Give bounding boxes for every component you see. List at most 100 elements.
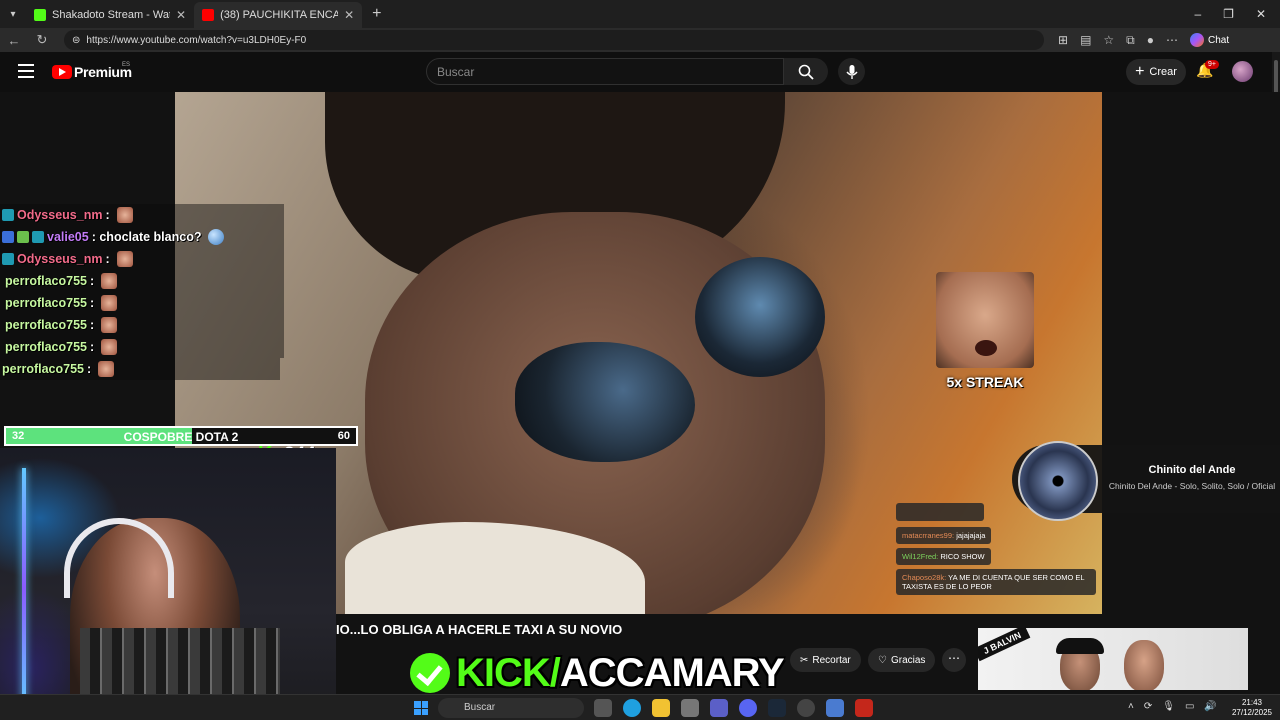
- volume-icon[interactable]: 🔊: [1204, 701, 1216, 712]
- url-text: https://www.youtube.com/watch?v=u3LDH0Ey…: [86, 34, 307, 46]
- recommended-video-thumbnail[interactable]: J BALVIN: [978, 628, 1248, 690]
- close-tab-icon[interactable]: ✕: [344, 8, 354, 22]
- search-icon: [798, 64, 814, 80]
- tab-title: Shakadoto Stream - Watch Live on: [52, 9, 170, 21]
- inner-chat-user: matacrranes99:: [902, 531, 955, 540]
- steam-icon[interactable]: [768, 699, 786, 717]
- edge-icon[interactable]: [623, 699, 641, 717]
- clip-button[interactable]: ✂ Recortar: [790, 648, 861, 672]
- chat-badge-icon: [17, 231, 29, 243]
- chevron-up-icon[interactable]: ˄: [1128, 701, 1134, 712]
- menu-dots-icon[interactable]: ⋯: [1166, 33, 1178, 47]
- windows-start-icon[interactable]: [414, 701, 428, 715]
- new-tab-icon[interactable]: +: [362, 5, 391, 23]
- chat-text: :: [89, 340, 95, 354]
- close-tab-icon[interactable]: ✕: [176, 8, 186, 22]
- chat-message: perroflaco755 :: [0, 270, 284, 292]
- file-explorer-icon[interactable]: [652, 699, 670, 717]
- dota-icon[interactable]: [855, 699, 873, 717]
- hamburger-menu-icon[interactable]: [18, 64, 34, 78]
- obs-icon[interactable]: [797, 699, 815, 717]
- settings-icon[interactable]: [826, 699, 844, 717]
- browser-tab-active[interactable]: (38) PAUCHIKITA ENCARA TAXISTA ✕: [194, 2, 363, 28]
- emote-icon: [101, 339, 118, 355]
- emote-icon: [101, 273, 118, 289]
- chat-username: perroflaco755: [5, 274, 87, 288]
- led-light: [22, 468, 26, 708]
- tab-actions-icon[interactable]: ▾: [0, 0, 26, 28]
- window-controls: – ❐ ✕: [1194, 7, 1280, 21]
- more-actions-icon[interactable]: ⋯: [942, 648, 966, 672]
- site-info-icon[interactable]: ⊜: [72, 35, 80, 46]
- inner-chat-user: Wil12Fred:: [902, 552, 939, 561]
- chat-text: :: [89, 296, 95, 310]
- chat-message: Odysseus_nm :: [0, 204, 284, 226]
- thanks-button[interactable]: ♡ Gracias: [868, 648, 936, 672]
- favorite-icon[interactable]: ☆: [1103, 33, 1114, 47]
- chat-label: Chat: [1208, 34, 1230, 46]
- thumbnail-tag: J BALVIN: [978, 628, 1031, 662]
- emote-icon: [101, 317, 118, 333]
- taskbar-search[interactable]: Buscar: [438, 698, 584, 718]
- chat-username: valie05: [47, 230, 89, 244]
- refresh-icon[interactable]: ↻: [28, 32, 56, 48]
- emote-icon: [116, 251, 133, 267]
- kick-favicon-icon: [34, 9, 46, 21]
- profile-icon[interactable]: ●: [1147, 33, 1154, 47]
- chat-text: :: [89, 318, 95, 332]
- avatar[interactable]: [1232, 61, 1253, 82]
- inner-chat-message: matacrranes99: jajajajaja: [896, 527, 992, 544]
- streak-label: 5x STREAK: [946, 374, 1024, 390]
- chat-message: perroflaco755 :: [0, 314, 284, 336]
- minimize-icon[interactable]: –: [1194, 7, 1201, 21]
- clock-date: 27/12/2025: [1231, 708, 1273, 717]
- clip-label: Recortar: [812, 654, 851, 666]
- extension-icon[interactable]: ⧉: [1126, 33, 1135, 48]
- inner-chat-message: Wil12Fred: RICO SHOW: [896, 548, 991, 565]
- back-icon[interactable]: ←: [0, 33, 28, 48]
- close-window-icon[interactable]: ✕: [1256, 7, 1266, 21]
- system-tray: ˄ ⟳ 🎙 ▭ 🔊: [1128, 701, 1217, 712]
- display-icon[interactable]: ▭: [1185, 701, 1194, 712]
- now-playing-title: Chinito del Ande: [1148, 464, 1236, 476]
- copilot-chat-button[interactable]: Chat: [1190, 33, 1229, 47]
- youtube-favicon-icon: [202, 9, 215, 21]
- emote-icon: [98, 361, 115, 377]
- chat-badge-icon: [32, 231, 44, 243]
- plus-icon: +: [1135, 63, 1145, 80]
- streak-emote-detail: [975, 340, 997, 356]
- chat-badge-icon: [2, 209, 14, 221]
- translate-icon[interactable]: ⊞: [1058, 33, 1068, 47]
- taskbar-clock[interactable]: 21:43 27/12/2025: [1228, 698, 1276, 718]
- thanks-label: Gracias: [890, 654, 926, 666]
- chat-message: valie05 : choclate blanco?: [0, 226, 284, 248]
- youtube-logo-icon[interactable]: [52, 65, 72, 79]
- create-button[interactable]: + Crear: [1126, 59, 1186, 85]
- voice-search-button[interactable]: [838, 58, 865, 85]
- create-label: Crear: [1149, 66, 1177, 78]
- maximize-icon[interactable]: ❐: [1223, 7, 1234, 21]
- chat-text: :: [105, 208, 110, 222]
- sync-icon[interactable]: ⟳: [1144, 701, 1152, 712]
- kick-prefix: KICK/: [456, 650, 561, 695]
- store-icon[interactable]: [681, 699, 699, 717]
- inner-chat-message: [896, 503, 984, 521]
- copilot-icon: [1190, 33, 1204, 47]
- thumbnail-person: [1124, 640, 1164, 690]
- kick-banner: KICK/ ACCAMARY: [410, 650, 785, 696]
- microphone-icon[interactable]: 🎙: [1162, 701, 1175, 712]
- task-view-icon[interactable]: [594, 699, 612, 717]
- discord-icon[interactable]: [739, 699, 757, 717]
- taskbar-apps: [594, 699, 873, 717]
- video-title: IO...LO OBLIGA A HACERLE TAXI A SU NOVIO: [336, 622, 623, 637]
- url-field[interactable]: ⊜ https://www.youtube.com/watch?v=u3LDH0…: [64, 30, 1044, 50]
- teams-icon[interactable]: [710, 699, 728, 717]
- windows-taskbar: ⌕ Buscar ˄ ⟳ 🎙 ▭ 🔊 21:43 27/12/2025: [0, 694, 1280, 720]
- search-button[interactable]: [784, 58, 828, 85]
- reader-icon[interactable]: ▤: [1080, 33, 1091, 47]
- browser-tab[interactable]: Shakadoto Stream - Watch Live on ✕: [26, 2, 194, 28]
- inner-chat-text: jajajajaja: [956, 531, 986, 540]
- search-input[interactable]: Buscar: [426, 58, 784, 85]
- chat-text: :: [86, 362, 92, 376]
- inner-chat-message: Chaposo28k: YA ME DI CUENTA QUE SER COMO…: [896, 569, 1096, 595]
